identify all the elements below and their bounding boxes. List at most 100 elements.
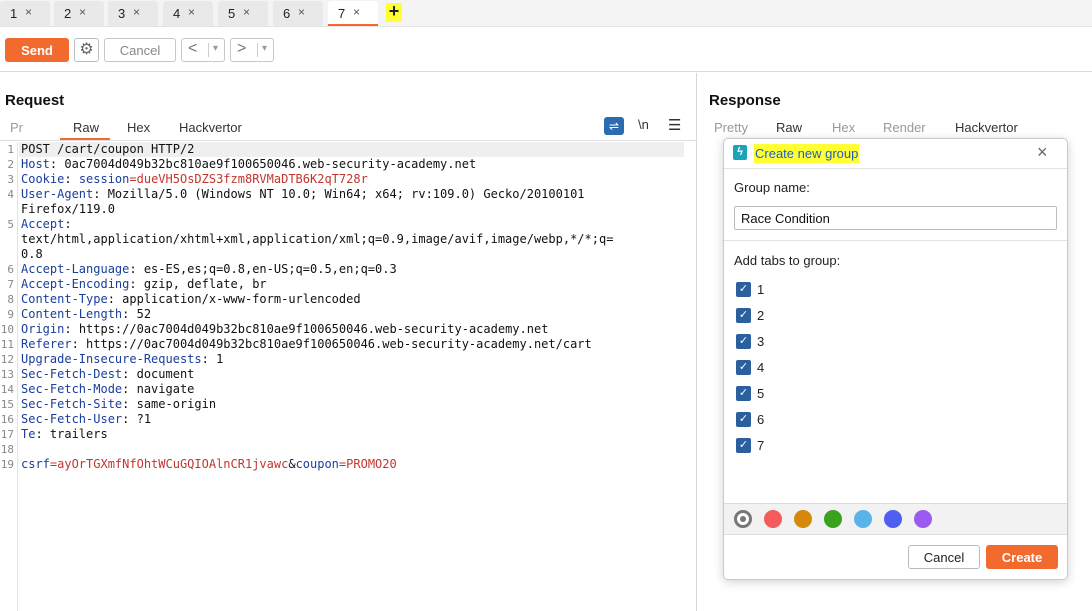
body-param-token: =ayOrTGXmfNfOhtWCuGQIOAlnCR1jvawc (49, 457, 289, 471)
checkbox-label: 3 (757, 334, 765, 349)
cookie-value: =dueVH5OsDZS3fzm8RVMaDTB6K2qT728r (129, 172, 368, 186)
checkbox-label: 6 (757, 412, 765, 427)
send-button[interactable]: Send (5, 38, 69, 62)
chevron-right-icon: > (237, 40, 247, 57)
chevron-down-icon[interactable]: ▾ (257, 43, 267, 57)
editor-line: 9 Content-Length: 52 (0, 307, 680, 322)
repeater-tab-6[interactable]: 6 × (273, 1, 323, 26)
group-name-input[interactable] (734, 206, 1057, 230)
line-content: Upgrade-Insecure-Requests: 1 (21, 352, 223, 367)
repeater-tab-5[interactable]: 5 × (218, 1, 268, 26)
header-value: 0.8 (21, 247, 43, 261)
request-title: Request (5, 92, 65, 109)
checkbox-checked-icon[interactable]: ✓ (736, 282, 751, 297)
color-swatch[interactable] (884, 510, 902, 528)
repeater-tab-4[interactable]: 4 × (163, 1, 213, 26)
line-content: 0.8 (21, 247, 43, 262)
color-swatch-none-selected[interactable] (734, 510, 752, 528)
header-separator: : (64, 172, 79, 186)
header-name: Sec-Fetch-User (21, 412, 123, 426)
line-number: 12 (0, 353, 14, 366)
tab-label: 7 (338, 6, 346, 21)
line-number: 1 (7, 143, 14, 156)
checkbox-checked-icon[interactable]: ✓ (736, 308, 751, 323)
line-number: 10 (0, 323, 14, 336)
word-wrap-icon[interactable]: ⇌ (604, 117, 624, 135)
line-content: Sec-Fetch-User: ?1 (21, 412, 151, 427)
history-forward-button[interactable]: > ▾ (230, 38, 274, 62)
response-title: Response (709, 92, 781, 109)
editor-line: 12 Upgrade-Insecure-Requests: 1 (0, 352, 680, 367)
cancel-button[interactable]: Cancel (908, 545, 980, 569)
settings-gear-button[interactable]: ⚙ (74, 38, 99, 62)
color-swatch[interactable] (764, 510, 782, 528)
color-swatch[interactable] (854, 510, 872, 528)
editor-line: 4 User-Agent: Mozilla/5.0 (Windows NT 10.… (0, 187, 680, 202)
header-value: es-ES,es;q=0.8,en-US;q=0.5,en;q=0.3 (143, 262, 397, 276)
line-content: Referer: https://0ac7004d049b32bc810ae9f… (21, 337, 592, 352)
line-content: Origin: https://0ac7004d049b32bc810ae9f1… (21, 322, 548, 337)
request-tab-hackvertor[interactable]: Hackvertor (179, 120, 242, 135)
response-tab-hex[interactable]: Hex (832, 120, 855, 135)
tab-label: 1 (10, 6, 18, 21)
repeater-toolbar: Send ⚙ Cancel < ▾ > ▾ (0, 27, 1092, 72)
header-separator: : (122, 382, 137, 396)
chevron-down-icon[interactable]: ▾ (208, 43, 218, 57)
line-content: POST /cart/coupon HTTP/2 (21, 142, 194, 157)
body-param-token: =PROMO20 (338, 457, 397, 471)
close-icon[interactable]: × (133, 5, 140, 19)
line-content: User-Agent: Mozilla/5.0 (Windows NT 10.0… (21, 187, 585, 202)
request-tab-pretty[interactable]: Pr (10, 120, 23, 135)
newline-toggle-icon[interactable]: \n (638, 117, 649, 132)
tab-label: 6 (283, 6, 291, 21)
checkbox-label: 1 (757, 282, 765, 297)
checkbox-checked-icon[interactable]: ✓ (736, 334, 751, 349)
response-tab-pretty[interactable]: Pretty (714, 120, 748, 135)
close-icon[interactable]: × (188, 5, 195, 19)
response-tab-render[interactable]: Render (883, 120, 926, 135)
repeater-tab-2[interactable]: 2 × (54, 1, 104, 26)
header-name: Sec-Fetch-Site (21, 397, 123, 411)
line-content: Cookie: session=dueVH5OsDZS3fzm8RVMaDTB6… (21, 172, 368, 187)
header-value: same-origin (136, 397, 217, 411)
repeater-tab-bar: 1 × 2 × 3 × 4 × 5 × 6 × 7 × + (0, 0, 1092, 27)
color-swatch[interactable] (824, 510, 842, 528)
checkbox-checked-icon[interactable]: ✓ (736, 360, 751, 375)
header-separator: : (122, 397, 137, 411)
cancel-request-button[interactable]: Cancel (104, 38, 176, 62)
color-swatch[interactable] (794, 510, 812, 528)
response-tab-raw[interactable]: Raw (776, 120, 802, 135)
history-back-button[interactable]: < ▾ (181, 38, 225, 62)
header-separator: : (201, 352, 217, 366)
tab-label: 5 (228, 6, 236, 21)
create-button[interactable]: Create (986, 545, 1058, 569)
request-tab-hex[interactable]: Hex (127, 120, 150, 135)
add-tabs-label: Add tabs to group: (734, 253, 841, 268)
response-tab-hackvertor[interactable]: Hackvertor (955, 120, 1018, 135)
close-icon[interactable]: × (353, 5, 360, 19)
line-content: Content-Type: application/x-www-form-url… (21, 292, 361, 307)
close-icon[interactable]: × (79, 5, 86, 19)
header-name: Origin (21, 322, 65, 336)
editor-line: Firefox/119.0 (0, 202, 680, 217)
request-tab-raw[interactable]: Raw (73, 120, 99, 135)
checkbox-checked-icon[interactable]: ✓ (736, 438, 751, 453)
repeater-tab-3[interactable]: 3 × (108, 1, 158, 26)
repeater-tab-1[interactable]: 1 × (0, 1, 50, 26)
close-icon[interactable]: × (298, 5, 305, 19)
request-editor[interactable]: 1 POST /cart/coupon HTTP/2 2 Host: 0ac7004d… (0, 142, 697, 611)
color-swatch[interactable] (914, 510, 932, 528)
divider (0, 140, 697, 141)
checkbox-checked-icon[interactable]: ✓ (736, 412, 751, 427)
header-separator: : (64, 217, 72, 231)
close-icon[interactable]: × (1037, 142, 1048, 163)
header-name: Sec-Fetch-Mode (21, 382, 123, 396)
line-content: Te: trailers (21, 427, 108, 442)
close-icon[interactable]: × (25, 5, 32, 19)
repeater-tab-7[interactable]: 7 × (328, 1, 378, 26)
body-param-token: csrf (21, 457, 50, 471)
add-tab-plus-icon[interactable]: + (386, 2, 402, 22)
close-icon[interactable]: × (243, 5, 250, 19)
checkbox-checked-icon[interactable]: ✓ (736, 386, 751, 401)
hamburger-menu-icon[interactable]: ☰ (668, 116, 681, 134)
